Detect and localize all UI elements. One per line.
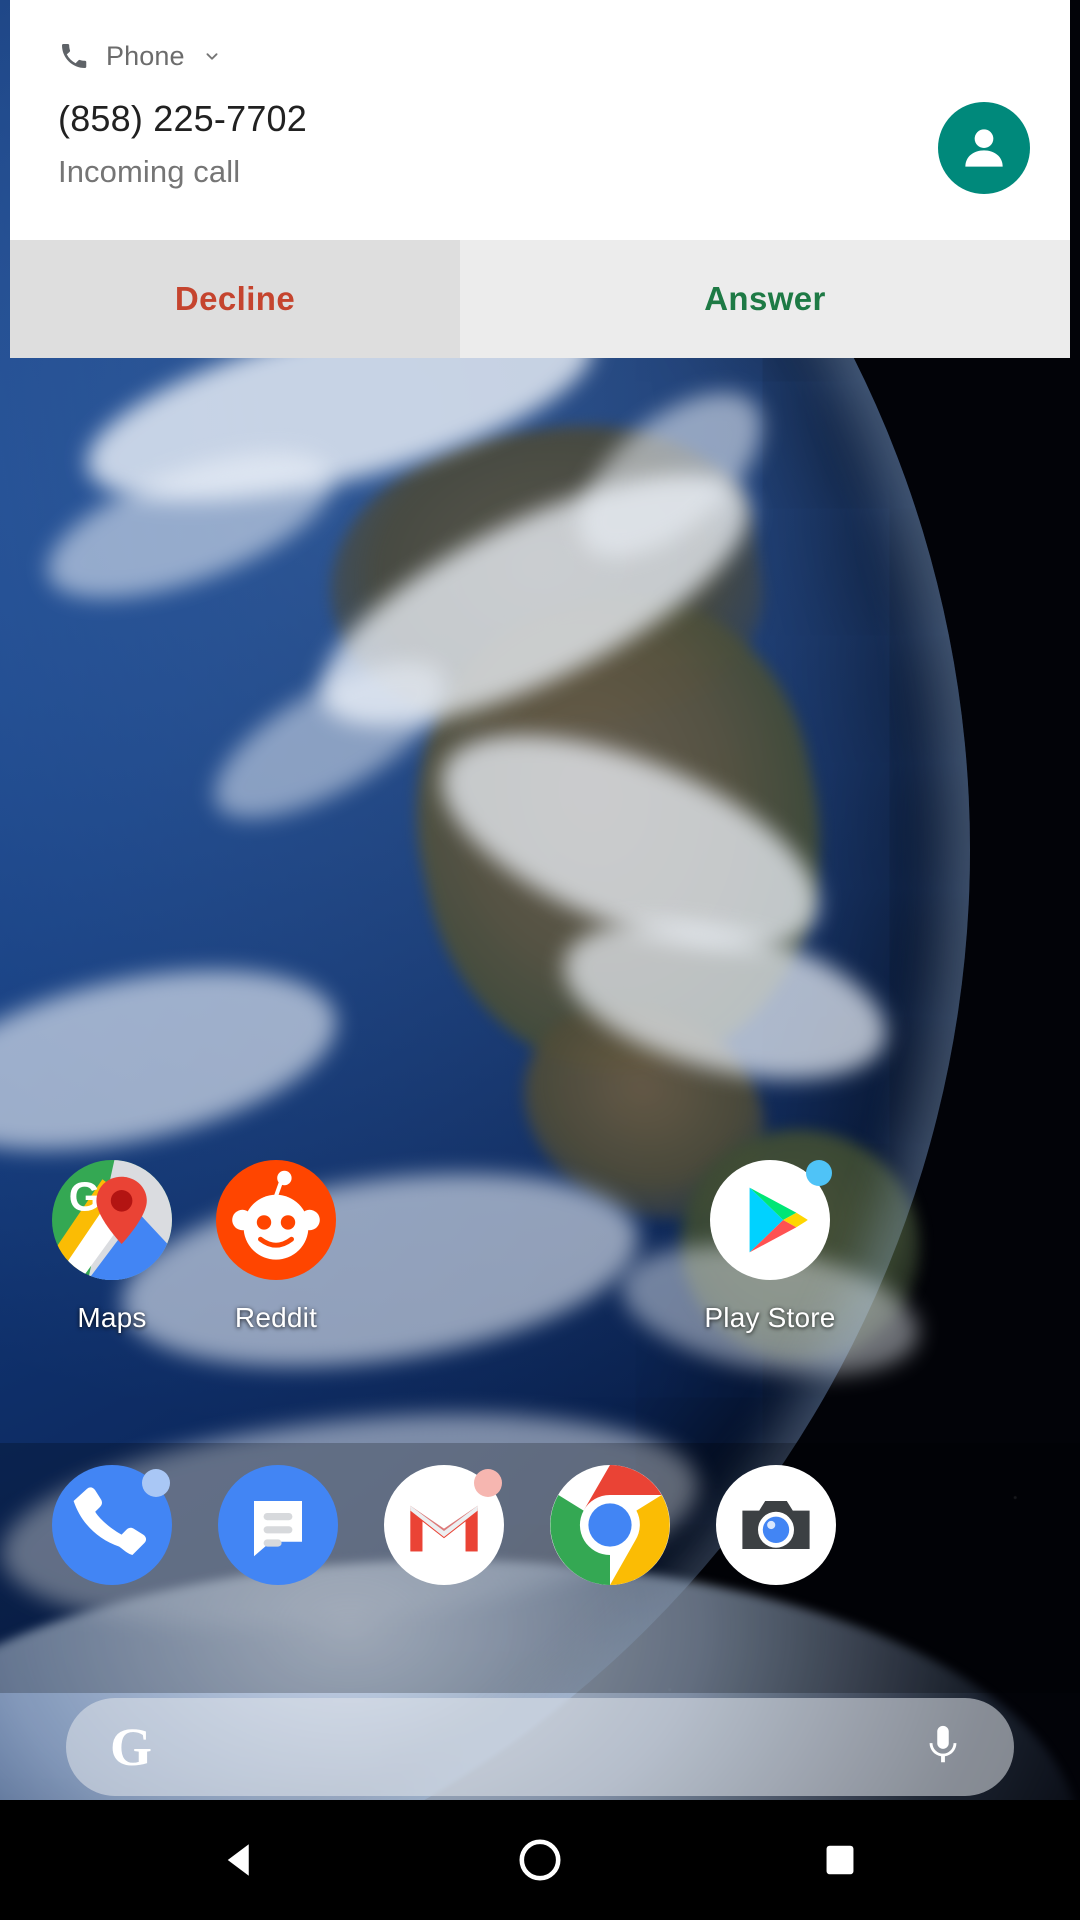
decline-button[interactable]: Decline: [10, 240, 460, 358]
app-label: Play Store: [704, 1302, 836, 1333]
dock-phone[interactable]: [52, 1465, 172, 1585]
dock-chrome[interactable]: [550, 1465, 670, 1585]
home-button[interactable]: [460, 1800, 620, 1920]
microphone-icon[interactable]: [920, 1722, 966, 1773]
app-reddit[interactable]: Reddit: [176, 1160, 376, 1334]
svg-text:G: G: [69, 1173, 101, 1219]
chrome-icon: [550, 1465, 670, 1585]
incoming-call-notification: Phone (858) 225-7702 Incoming call Decli…: [10, 0, 1070, 358]
play-store-badge: [806, 1160, 832, 1186]
messages-icon: [218, 1465, 338, 1585]
notification-header: Phone: [10, 0, 1070, 72]
notification-app-name: Phone: [106, 40, 185, 71]
avatar: [938, 102, 1030, 194]
google-maps-icon: G: [52, 1160, 172, 1280]
camera-icon: [716, 1465, 836, 1585]
back-button[interactable]: [160, 1800, 320, 1920]
chevron-down-icon[interactable]: [201, 45, 223, 67]
gmail-badge: [474, 1469, 502, 1497]
navigation-bar: [0, 1800, 1080, 1920]
notification-card[interactable]: Phone (858) 225-7702 Incoming call Decli…: [10, 0, 1070, 358]
answer-button[interactable]: Answer: [460, 240, 1070, 358]
google-g-logo: G: [110, 1717, 153, 1777]
notification-body: (858) 225-7702 Incoming call: [10, 72, 1070, 240]
back-triangle-icon: [227, 1844, 249, 1876]
dock-gmail[interactable]: [384, 1465, 504, 1585]
google-play-icon: [710, 1160, 832, 1280]
dock-camera[interactable]: [716, 1465, 836, 1585]
app-play-store[interactable]: Play Store: [670, 1160, 870, 1334]
recents-button[interactable]: [760, 1800, 920, 1920]
call-state-text: Incoming call: [58, 154, 241, 190]
caller-number: (858) 225-7702: [58, 98, 307, 139]
home-circle-icon: [519, 1839, 561, 1881]
dock: [0, 1443, 1080, 1693]
reddit-icon: [216, 1160, 336, 1280]
recents-square-icon: [826, 1845, 854, 1875]
notification-actions: Decline Answer: [10, 240, 1070, 358]
person-avatar-icon: [965, 129, 1003, 167]
app-label: Reddit: [234, 1302, 318, 1333]
dock-messages[interactable]: [218, 1465, 338, 1585]
phone-badge: [142, 1469, 170, 1497]
phone-handset-icon: [58, 40, 90, 72]
google-search-bar[interactable]: G: [66, 1698, 1014, 1796]
